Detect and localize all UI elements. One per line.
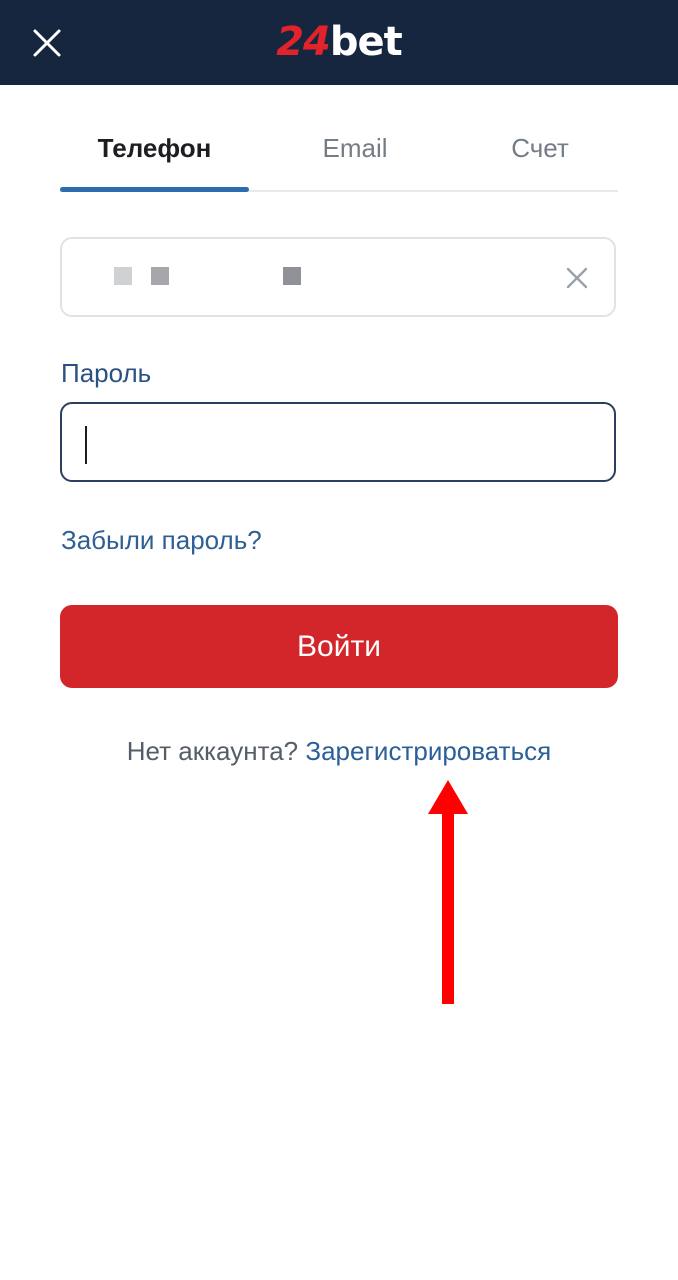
tab-email[interactable]: Email — [265, 130, 445, 176]
clear-x-icon — [566, 267, 588, 289]
clear-phone-button[interactable] — [564, 265, 590, 291]
logo-word: bet — [329, 19, 403, 65]
phone-input[interactable] — [60, 237, 616, 317]
logo-number: 24 — [276, 19, 331, 65]
register-link[interactable]: Зарегистрироваться — [305, 736, 551, 766]
password-input[interactable] — [60, 402, 616, 482]
login-button[interactable]: Войти — [60, 605, 618, 688]
no-account-text: Нет аккаунта? — [126, 736, 299, 766]
masked-digit — [114, 267, 132, 285]
tab-phone[interactable]: Телефон — [60, 130, 249, 176]
top-bar: 24bet — [0, 0, 678, 85]
masked-digit — [151, 267, 169, 285]
text-cursor — [85, 426, 87, 464]
login-method-tabs: Телефон Email Счет — [60, 118, 618, 192]
password-label: Пароль — [61, 358, 152, 388]
tab-account[interactable]: Счет — [460, 130, 620, 176]
masked-digit — [283, 267, 301, 285]
brand-logo: 24bet — [0, 18, 678, 66]
forgot-password-link[interactable]: Забыли пароль? — [61, 525, 262, 556]
signup-prompt: Нет аккаунта? Зарегистрироваться — [0, 736, 678, 767]
annotation-arrow-icon — [428, 780, 468, 1004]
active-tab-indicator — [60, 187, 249, 192]
